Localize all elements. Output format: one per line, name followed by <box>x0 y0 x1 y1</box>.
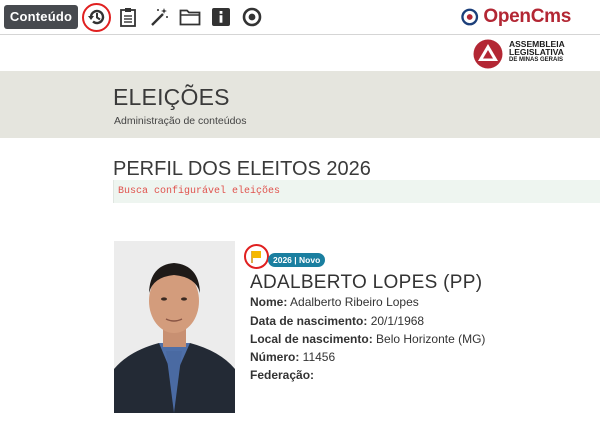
opencms-logo[interactable]: OpenCms <box>461 6 571 28</box>
candidate-photo <box>114 241 235 413</box>
status-badge: 2026 | Novo <box>268 253 326 267</box>
field-nome: Nome: Adalberto Ribeiro Lopes <box>250 295 419 309</box>
opencms-logo-icon <box>461 8 479 26</box>
field-local-nascimento: Local de nascimento: Belo Horizonte (MG) <box>250 332 485 346</box>
opencms-toolbar: Conteúdo OpenCms <box>0 0 600 35</box>
section-title: PERFIL DOS ELEITOS 2026 <box>113 158 371 180</box>
field-label: Nome: <box>250 295 288 309</box>
candidate-name: ADALBERTO LOPES (PP) <box>250 272 483 293</box>
almg-line-3: DE MINAS GERAIS <box>509 57 564 63</box>
flag-icon[interactable] <box>244 244 268 268</box>
folder-icon[interactable] <box>177 4 203 30</box>
field-label: Número: <box>250 350 300 364</box>
configurable-search-element[interactable]: Busca configurável eleições <box>113 180 600 203</box>
history-icon[interactable] <box>84 4 110 30</box>
field-value: 20/1/1968 <box>367 314 425 328</box>
page-header-band <box>0 71 600 138</box>
field-value: 11456 <box>299 350 336 364</box>
almg-line-2: LEGISLATIVA <box>509 47 564 57</box>
field-data-nascimento: Data de nascimento: 20/1/1968 <box>250 314 424 328</box>
field-label: Federação: <box>250 368 315 382</box>
page-subtitle: Administração de conteúdos <box>114 115 247 127</box>
field-value: Belo Horizonte (MG) <box>372 332 486 346</box>
magic-wand-icon[interactable] <box>146 4 172 30</box>
field-label: Data de nascimento: <box>250 314 368 328</box>
field-value: Adalberto Ribeiro Lopes <box>287 295 419 309</box>
field-federacao: Federação: <box>250 368 314 382</box>
opencms-logo-text: OpenCms <box>483 6 571 27</box>
almg-logo: ASSEMBLEIA LEGISLATIVA DE MINAS GERAIS <box>473 39 565 69</box>
page-title: ELEIÇÕES <box>113 84 230 110</box>
clipboard-icon[interactable] <box>115 4 141 30</box>
field-label: Local de nascimento: <box>250 332 373 346</box>
configurable-search-label: Busca configurável eleições <box>118 186 281 197</box>
content-button[interactable]: Conteúdo <box>4 5 78 29</box>
almg-emblem-icon <box>473 39 503 69</box>
target-icon[interactable] <box>239 4 265 30</box>
info-icon[interactable] <box>208 4 234 30</box>
field-numero: Número: 11456 <box>250 350 335 364</box>
